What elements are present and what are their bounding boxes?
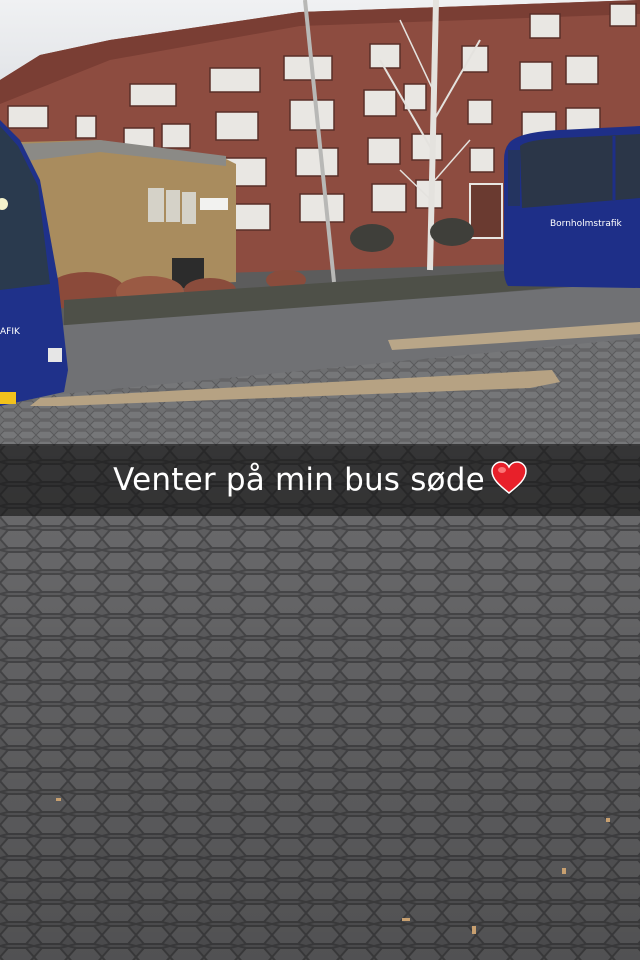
right-bus: Bornholmstrafik — [504, 126, 640, 288]
right-bus-logo: Bornholmstrafik — [550, 219, 623, 229]
snap-view[interactable]: AFIK Bornholmstrafik Venter på min bus s… — [0, 0, 640, 960]
left-bus-text: AFIK — [0, 327, 21, 337]
heart-icon — [491, 461, 527, 499]
caption-text: Venter på min bus søde — [113, 462, 485, 498]
caption-bar[interactable]: Venter på min bus søde — [0, 444, 640, 516]
